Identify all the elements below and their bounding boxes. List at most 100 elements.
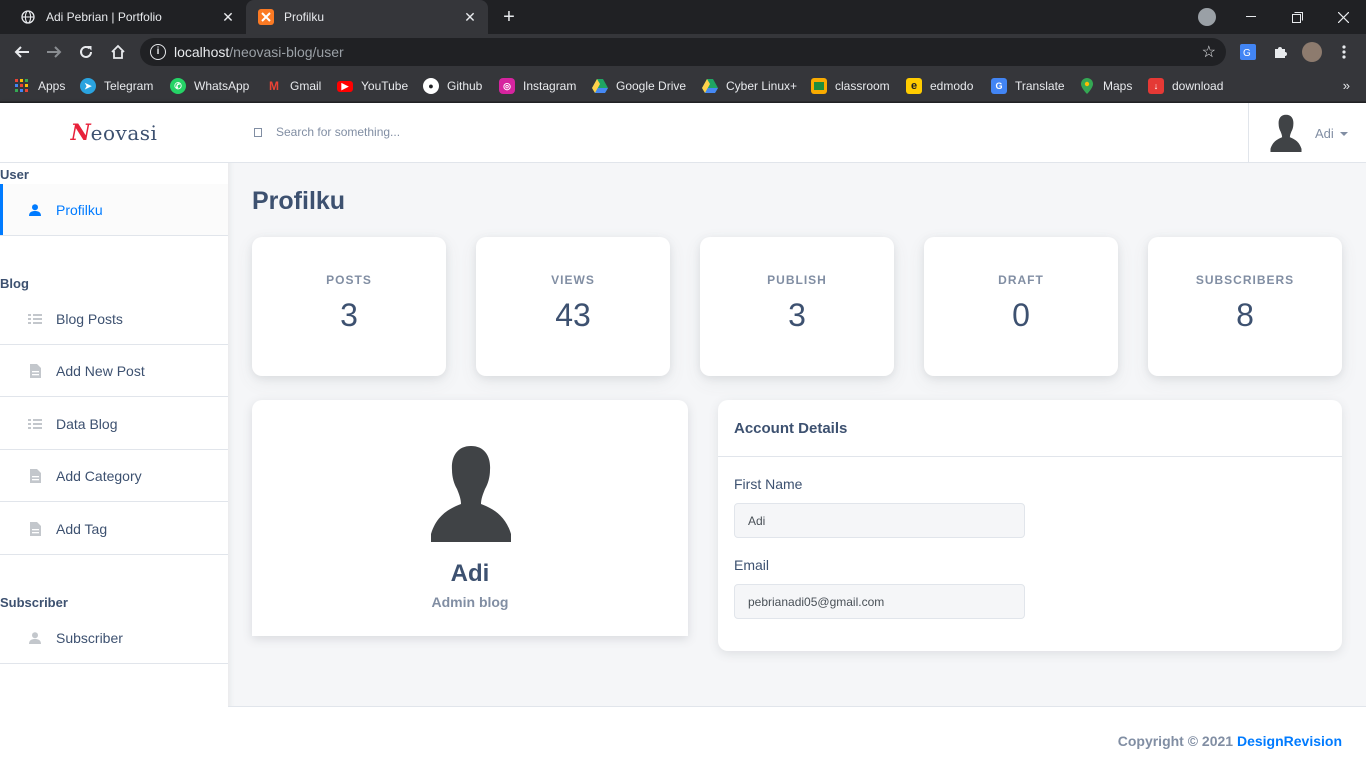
user-menu[interactable]: Adi: [1248, 103, 1366, 163]
document-icon: [28, 363, 42, 378]
browser-toolbar: i localhost/neovasi-blog/user ☆ G: [0, 34, 1366, 70]
sidebar-item-subscriber[interactable]: Subscriber: [0, 612, 228, 664]
copyright-text: Copyright © 2021 DesignRevision: [1117, 733, 1342, 749]
google-drive-icon: [592, 78, 608, 94]
bookmark-youtube[interactable]: ▶ YouTube: [337, 76, 408, 96]
more-menu-icon[interactable]: [1334, 42, 1354, 62]
stat-value: 8: [1236, 297, 1254, 333]
url-host: localhost: [174, 44, 230, 60]
tab-title: Adi Pebrian | Portfolio: [46, 10, 162, 24]
bookmark-whatsapp[interactable]: ✆ WhatsApp: [170, 76, 249, 96]
profile-dropdown-icon[interactable]: [1198, 8, 1216, 26]
sidebar-item-profilku[interactable]: Profilku: [0, 184, 228, 236]
sidebar-section-user: User: [0, 167, 29, 182]
close-tab-icon[interactable]: ✕: [218, 7, 238, 27]
bookmark-apps[interactable]: Apps: [14, 76, 65, 96]
youtube-icon: ▶: [337, 80, 353, 92]
github-icon: ●: [423, 78, 439, 94]
bookmark-classroom[interactable]: classroom: [811, 76, 890, 96]
bookmark-google-drive[interactable]: Google Drive: [592, 76, 686, 96]
list-icon: [28, 417, 42, 431]
chevron-down-icon: [1339, 131, 1348, 136]
bookmark-cyber-linux[interactable]: Cyber Linux+: [702, 76, 797, 96]
bookmark-edmodo[interactable]: e edmodo: [906, 76, 973, 96]
bookmark-translate[interactable]: G Translate: [991, 76, 1065, 96]
home-icon[interactable]: [106, 40, 130, 64]
profile-role: Admin blog: [431, 594, 509, 610]
url-path: /neovasi-blog/user: [229, 44, 344, 60]
bookmark-github[interactable]: ● Github: [423, 76, 482, 96]
sidebar-section-subscriber: Subscriber: [0, 595, 68, 610]
person-icon: [28, 631, 42, 645]
forward-arrow-icon[interactable]: [42, 40, 66, 64]
profile-card: Adi Admin blog: [252, 400, 688, 636]
stat-value: 3: [340, 297, 358, 333]
sidebar-section-blog: Blog: [0, 276, 29, 291]
bookmark-download[interactable]: ↓ download: [1148, 76, 1223, 96]
close-window-icon[interactable]: [1320, 0, 1366, 34]
search-input[interactable]: Search for something...: [254, 125, 400, 139]
globe-icon: [20, 9, 36, 25]
profile-avatar[interactable]: [1302, 42, 1322, 62]
svg-text:G: G: [1243, 48, 1251, 59]
bookmarks-bar: Apps ➤ Telegram ✆ WhatsApp M Gmail ▶ YouTube…: [0, 70, 1366, 102]
brand-logo[interactable]: Neovasi: [0, 103, 228, 163]
profile-name: Adi: [450, 560, 490, 587]
bookmark-instagram[interactable]: ◎ Instagram: [499, 76, 576, 96]
instagram-icon: ◎: [499, 78, 515, 94]
stat-card-posts: POSTS 3: [252, 237, 446, 376]
sidebar-item-blog-posts[interactable]: Blog Posts: [0, 293, 228, 345]
user-name: Adi: [1315, 125, 1334, 141]
bookmark-gmail[interactable]: M Gmail: [266, 76, 321, 96]
stat-card-subscribers: SUBSCRIBERS 8: [1148, 237, 1342, 376]
email-label: Email: [734, 557, 770, 573]
translate-extension-icon[interactable]: G: [1238, 42, 1258, 62]
first-name-label: First Name: [734, 476, 803, 492]
gmail-icon: M: [269, 79, 279, 93]
stat-label: SUBSCRIBERS: [1195, 273, 1295, 287]
account-details-card: Account Details First Name Adi Email peb…: [718, 400, 1342, 651]
search-placeholder: Search for something...: [276, 125, 401, 139]
maximize-icon[interactable]: [1274, 0, 1320, 34]
browser-tab-bar: Adi Pebrian | Portfolio ✕ Profilku ✕ +: [0, 0, 1366, 34]
first-name-field[interactable]: Adi: [734, 503, 1025, 538]
person-icon: [28, 203, 42, 217]
telegram-icon: ➤: [80, 78, 96, 94]
sidebar-item-label: Data Blog: [56, 415, 118, 432]
download-icon: ↓: [1148, 78, 1164, 94]
maps-pin-icon: [1079, 78, 1095, 94]
account-details-title: Account Details: [718, 400, 1342, 457]
google-drive-icon: [702, 78, 718, 94]
sidebar-item-data-blog[interactable]: Data Blog: [0, 398, 228, 450]
stat-label: VIEWS: [551, 273, 595, 287]
back-arrow-icon[interactable]: [10, 40, 34, 64]
bookmark-star-icon[interactable]: ☆: [1202, 42, 1216, 62]
new-tab-button[interactable]: +: [498, 6, 520, 28]
stat-value: 0: [1012, 297, 1030, 333]
bookmark-telegram[interactable]: ➤ Telegram: [80, 76, 153, 96]
reload-icon[interactable]: [74, 40, 98, 64]
top-navbar: Search for something... Adi: [228, 103, 1366, 163]
sidebar-item-add-tag[interactable]: Add Tag: [0, 503, 228, 555]
page-title: Profilku: [252, 187, 346, 215]
email-field[interactable]: pebrianadi05@gmail.com: [734, 584, 1025, 619]
designrevision-link[interactable]: DesignRevision: [1237, 733, 1342, 749]
sidebar-item-add-category[interactable]: Add Category: [0, 450, 228, 502]
stat-label: DRAFT: [998, 273, 1044, 287]
more-bookmarks-icon[interactable]: »: [1343, 78, 1350, 93]
browser-tab-profilku[interactable]: Profilku ✕: [246, 0, 488, 34]
sidebar-item-label: Profilku: [56, 201, 103, 218]
bookmark-maps[interactable]: Maps: [1079, 76, 1132, 96]
sidebar-item-add-new-post[interactable]: Add New Post: [0, 345, 228, 397]
info-icon[interactable]: i: [150, 44, 166, 60]
close-tab-icon[interactable]: ✕: [460, 7, 480, 27]
browser-tab-portfolio[interactable]: Adi Pebrian | Portfolio ✕: [8, 0, 246, 34]
address-bar[interactable]: i localhost/neovasi-blog/user ☆: [140, 38, 1226, 66]
sidebar-item-label: Blog Posts: [56, 310, 123, 327]
stat-card-publish: PUBLISH 3: [700, 237, 894, 376]
extensions-puzzle-icon[interactable]: [1270, 42, 1290, 62]
footer: Copyright © 2021 DesignRevision: [228, 706, 1366, 768]
document-icon: [28, 468, 42, 483]
search-icon: [254, 127, 262, 137]
minimize-icon[interactable]: [1228, 0, 1274, 34]
